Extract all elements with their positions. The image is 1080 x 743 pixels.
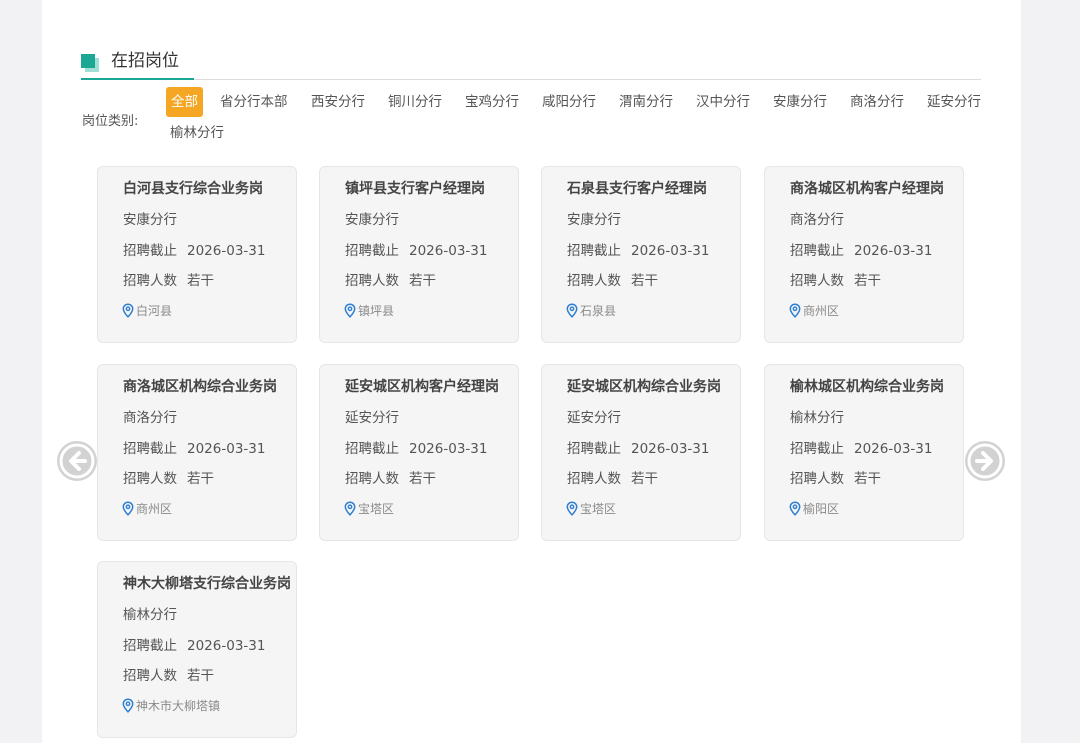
location-pin-icon: [122, 698, 134, 713]
prev-page-button[interactable]: [57, 441, 97, 481]
filter-chip[interactable]: 安康分行: [769, 87, 831, 117]
job-card[interactable]: 延安城区机构综合业务岗 延安分行 招聘截止 2026-03-31 招聘人数 若干 宝…: [541, 364, 741, 541]
job-count: 招聘人数 若干: [123, 273, 214, 289]
job-title: 石泉县支行客户经理岗: [567, 181, 707, 197]
job-branch: 安康分行: [567, 212, 621, 228]
job-list-panel: 在招岗位 岗位类别: 全部 省分行本部 西安分行 铜川分行 宝鸡分行 咸阳分行 …: [42, 0, 1021, 743]
job-card[interactable]: 神木大柳塔支行综合业务岗 榆林分行 招聘截止 2026-03-31 招聘人数 若干 …: [97, 561, 297, 738]
filter-chip-all[interactable]: 全部: [166, 87, 203, 117]
job-deadline: 招聘截止 2026-03-31: [790, 441, 933, 457]
job-card[interactable]: 延安城区机构客户经理岗 延安分行 招聘截止 2026-03-31 招聘人数 若干 宝…: [319, 364, 519, 541]
job-location: 白河县: [122, 302, 172, 319]
filter-chip[interactable]: 咸阳分行: [538, 87, 600, 117]
section-divider-accent: [81, 78, 194, 80]
job-count: 招聘人数 若干: [790, 273, 881, 289]
job-title: 延安城区机构客户经理岗: [345, 379, 499, 395]
job-deadline: 招聘截止 2026-03-31: [567, 441, 710, 457]
job-branch: 延安分行: [345, 410, 399, 426]
filter-chip[interactable]: 宝鸡分行: [461, 87, 523, 117]
filter-chip[interactable]: 铜川分行: [384, 87, 446, 117]
job-count: 招聘人数 若干: [345, 273, 436, 289]
job-title: 神木大柳塔支行综合业务岗: [123, 576, 291, 592]
filter-chip[interactable]: 榆林分行: [166, 118, 228, 148]
job-title: 延安城区机构综合业务岗: [567, 379, 721, 395]
job-count: 招聘人数 若干: [567, 471, 658, 487]
job-branch: 安康分行: [123, 212, 177, 228]
filter-label: 岗位类别:: [82, 114, 139, 129]
job-location: 商州区: [789, 302, 839, 319]
job-count: 招聘人数 若干: [123, 471, 214, 487]
filter-chip[interactable]: 西安分行: [307, 87, 369, 117]
job-card[interactable]: 镇坪县支行客户经理岗 安康分行 招聘截止 2026-03-31 招聘人数 若干 镇坪…: [319, 166, 519, 343]
job-location: 榆阳区: [789, 500, 839, 517]
job-location: 石泉县: [566, 302, 616, 319]
job-title: 商洛城区机构客户经理岗: [790, 181, 944, 197]
job-deadline: 招聘截止 2026-03-31: [123, 243, 266, 259]
job-count: 招聘人数 若干: [123, 668, 214, 684]
job-title: 白河县支行综合业务岗: [123, 181, 263, 197]
chevron-left-circle-icon: [59, 443, 95, 479]
location-pin-icon: [344, 501, 356, 516]
location-pin-icon: [122, 501, 134, 516]
section-title: 在招岗位: [111, 51, 179, 71]
job-branch: 商洛分行: [123, 410, 177, 426]
location-pin-icon: [566, 303, 578, 318]
location-pin-icon: [789, 501, 801, 516]
section-header: 在招岗位: [81, 50, 981, 82]
job-title: 镇坪县支行客户经理岗: [345, 181, 485, 197]
filter-chip[interactable]: 汉中分行: [692, 87, 754, 117]
filter-chip[interactable]: 延安分行: [923, 87, 985, 117]
next-page-button[interactable]: [965, 441, 1005, 481]
job-count: 招聘人数 若干: [345, 471, 436, 487]
location-pin-icon: [566, 501, 578, 516]
location-pin-icon: [344, 303, 356, 318]
job-card[interactable]: 白河县支行综合业务岗 安康分行 招聘截止 2026-03-31 招聘人数 若干 白河…: [97, 166, 297, 343]
job-count: 招聘人数 若干: [790, 471, 881, 487]
job-count: 招聘人数 若干: [567, 273, 658, 289]
job-title: 商洛城区机构综合业务岗: [123, 379, 277, 395]
job-location: 镇坪县: [344, 302, 394, 319]
chevron-right-circle-icon: [967, 443, 1003, 479]
job-deadline: 招聘截止 2026-03-31: [123, 441, 266, 457]
job-branch: 商洛分行: [790, 212, 844, 228]
job-branch: 延安分行: [567, 410, 621, 426]
filter-chip[interactable]: 商洛分行: [846, 87, 908, 117]
job-deadline: 招聘截止 2026-03-31: [123, 638, 266, 654]
location-pin-icon: [789, 303, 801, 318]
job-title: 榆林城区机构综合业务岗: [790, 379, 944, 395]
job-deadline: 招聘截止 2026-03-31: [567, 243, 710, 259]
job-location: 宝塔区: [344, 500, 394, 517]
job-card[interactable]: 商洛城区机构客户经理岗 商洛分行 招聘截止 2026-03-31 招聘人数 若干 商…: [764, 166, 964, 343]
job-branch: 安康分行: [345, 212, 399, 228]
job-deadline: 招聘截止 2026-03-31: [345, 441, 488, 457]
job-location: 宝塔区: [566, 500, 616, 517]
section-title-mark: [81, 54, 95, 68]
job-deadline: 招聘截止 2026-03-31: [345, 243, 488, 259]
job-location: 商州区: [122, 500, 172, 517]
filter-chip[interactable]: 省分行本部: [216, 87, 292, 117]
section-divider: [81, 79, 981, 80]
job-card[interactable]: 榆林城区机构综合业务岗 榆林分行 招聘截止 2026-03-31 招聘人数 若干 榆…: [764, 364, 964, 541]
job-branch: 榆林分行: [123, 607, 177, 623]
job-location: 神木市大柳塔镇: [122, 697, 220, 714]
location-pin-icon: [122, 303, 134, 318]
job-card[interactable]: 商洛城区机构综合业务岗 商洛分行 招聘截止 2026-03-31 招聘人数 若干 商…: [97, 364, 297, 541]
job-deadline: 招聘截止 2026-03-31: [790, 243, 933, 259]
filter-chip[interactable]: 渭南分行: [615, 87, 677, 117]
job-card[interactable]: 石泉县支行客户经理岗 安康分行 招聘截止 2026-03-31 招聘人数 若干 石泉…: [541, 166, 741, 343]
job-branch: 榆林分行: [790, 410, 844, 426]
